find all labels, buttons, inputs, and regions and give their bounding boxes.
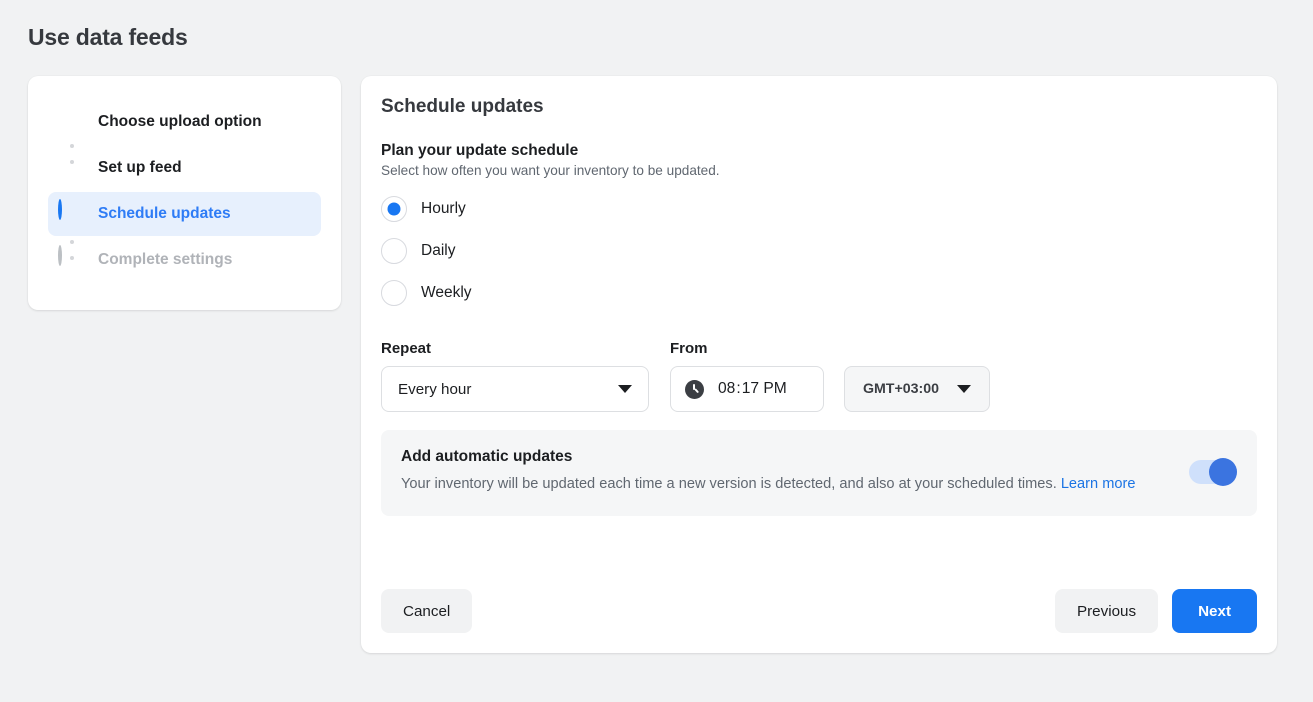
repeat-select[interactable]: Every hour [381,366,649,412]
timezone-field-group: GMT+03:00 [844,366,990,412]
radio-indicator[interactable] [381,196,407,222]
step-label: Set up feed [98,159,182,176]
automatic-updates-card: Add automatic updates Your inventory wil… [381,430,1257,516]
previous-button[interactable]: Previous [1054,589,1159,633]
radio-label: Daily [421,242,456,259]
page-title: Use data feeds [28,24,188,50]
radio-label: Hourly [421,200,466,217]
sidebar-item-choose-upload-option[interactable]: Choose upload option [48,100,321,144]
chevron-down-icon [957,385,972,393]
timezone-select[interactable]: GMT+03:00 [844,366,990,412]
step-label: Complete settings [98,251,233,268]
learn-more-link[interactable]: Learn more [1061,476,1136,492]
plan-subtext: Select how often you want your inventory… [381,163,720,178]
time-hour[interactable]: 08 [718,380,735,397]
time-input[interactable]: 08:17 PM [670,366,824,412]
plan-section: Plan your update schedule Select how oft… [381,142,1257,314]
radio-option-hourly[interactable]: Hourly [381,188,1257,230]
radio-label: Weekly [421,284,472,301]
panel-footer: Cancel Previous Next [381,589,1257,633]
repeat-value: Every hour [398,380,472,398]
automatic-updates-title: Add automatic updates [401,448,573,465]
from-label: From [670,340,708,357]
step-label: Schedule updates [98,205,231,222]
stepper-card: Choose upload option Set up feed Schedul… [28,76,341,310]
empty-circle-icon [58,245,84,273]
clock-icon [685,379,704,399]
sidebar-item-complete-settings[interactable]: Complete settings [48,238,321,282]
timezone-value: GMT+03:00 [862,381,940,397]
sidebar-item-schedule-updates[interactable]: Schedule updates [48,192,321,236]
automatic-updates-description: Your inventory will be updated each time… [401,473,1141,496]
step-list: Choose upload option Set up feed Schedul… [28,100,341,282]
footer-actions: Previous Next [1054,589,1257,633]
from-field-group: From 08:17 PM [670,340,824,412]
sidebar-item-set-up-feed[interactable]: Set up feed [48,146,321,190]
radio-option-daily[interactable]: Daily [381,230,1257,272]
automatic-updates-text: Add automatic updates Your inventory wil… [401,448,1189,496]
check-circle-icon [58,155,84,181]
check-circle-icon [58,109,84,135]
radio-indicator[interactable] [381,280,407,306]
automatic-updates-toggle[interactable] [1189,457,1237,486]
step-label: Choose upload option [98,113,262,130]
plan-heading: Plan your update schedule [381,142,579,159]
radio-option-weekly[interactable]: Weekly [381,272,1257,314]
toggle-knob [1209,457,1237,486]
chevron-down-icon [618,385,632,393]
radio-indicator[interactable] [381,238,407,264]
repeat-field-group: Repeat Every hour [381,340,649,412]
time-minute[interactable]: 17 [742,380,759,397]
automatic-updates-desc-text: Your inventory will be updated each time… [401,476,1057,492]
next-button[interactable]: Next [1172,589,1257,633]
schedule-updates-panel: Schedule updates Plan your update schedu… [361,76,1277,653]
time-meridiem[interactable]: PM [763,380,786,397]
schedule-fields-row: Repeat Every hour From 08:17 PM GMT+03:0… [381,340,990,412]
half-circle-icon [58,199,84,227]
time-value: 08:17 PM [718,380,787,398]
repeat-label: Repeat [381,340,432,357]
cancel-button[interactable]: Cancel [381,589,473,633]
panel-title: Schedule updates [381,96,544,117]
